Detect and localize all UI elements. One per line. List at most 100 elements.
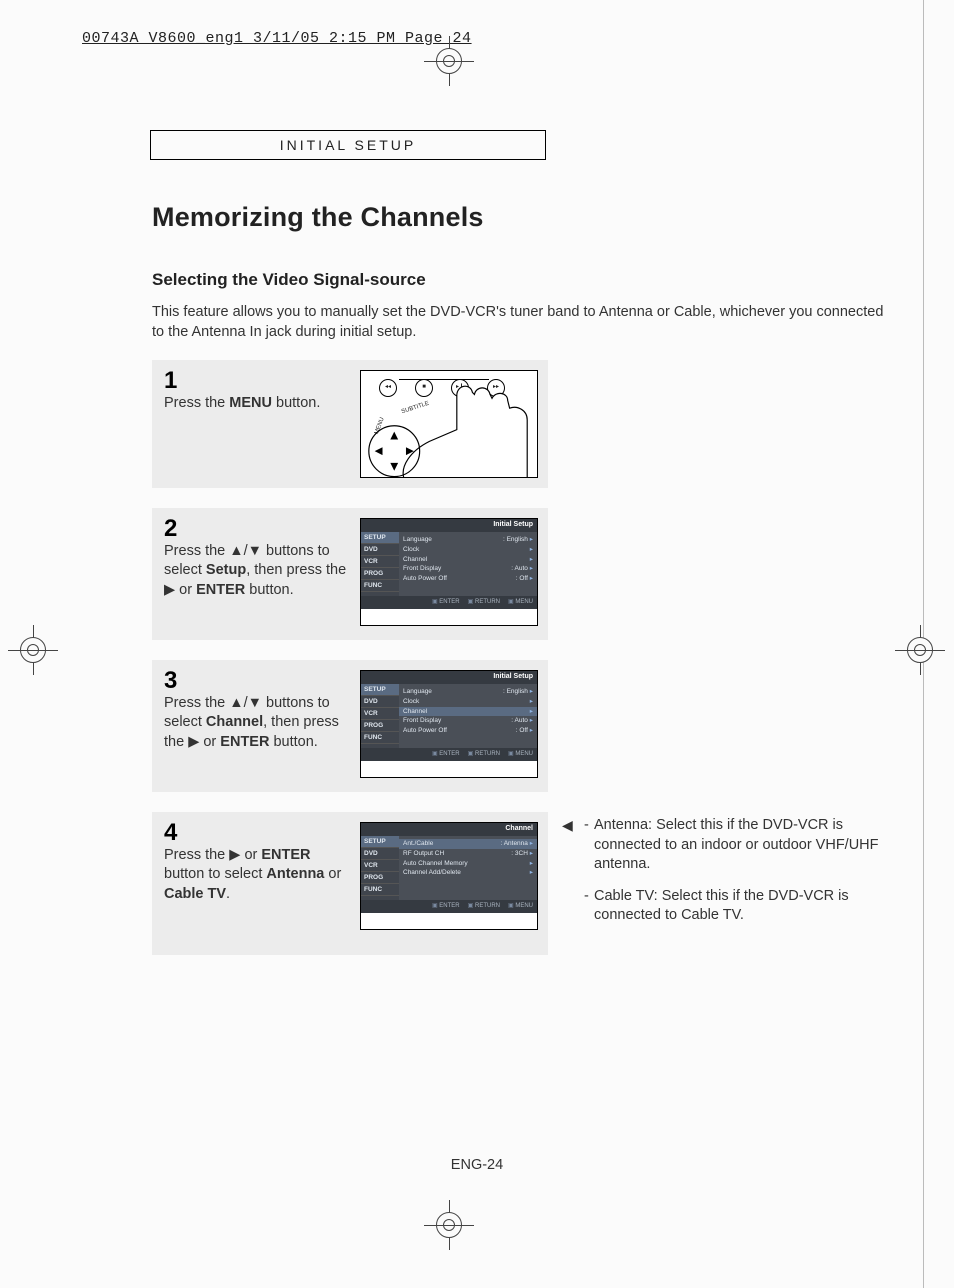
osd-title: Initial Setup	[361, 519, 537, 532]
hand-icon	[361, 371, 537, 478]
osd-footer: ENTER RETURN MENU	[361, 900, 537, 913]
step-4-text: 4 Press the ▶ or ENTER button to select …	[164, 822, 352, 904]
step-number: 3	[164, 670, 352, 692]
step-number: 2	[164, 518, 352, 540]
osd-value: : Off	[516, 575, 528, 582]
step-text-fragment: or	[324, 866, 341, 882]
crop-mark-icon	[895, 625, 945, 675]
osd-footer: ENTER RETURN MENU	[361, 596, 537, 609]
osd-body: Language: English ▸ Clock▸ Channel▸ Fron…	[399, 532, 537, 596]
osd-side-item: SETUP	[361, 532, 399, 544]
page-number: ENG-24	[0, 1157, 954, 1173]
note-cable: Cable TV: Select this if the DVD-VCR is …	[594, 887, 902, 926]
step-1-text: 1 Press the MENU button.	[164, 370, 352, 413]
osd-side-item: VCR	[361, 556, 399, 568]
step-text-fragment: or	[175, 582, 196, 598]
step-text-bold: Cable TV	[164, 886, 226, 902]
chevron-right-icon: ▸	[530, 707, 533, 717]
osd-label: RF Output CH	[403, 849, 444, 859]
osd-side-item: DVD	[361, 696, 399, 708]
osd-value: : Antenna	[500, 840, 527, 847]
crop-mark-icon	[424, 1200, 474, 1250]
osd-side-item: DVD	[361, 848, 399, 860]
step-2: 2 Press the ▲/▼ buttons to select Setup,…	[152, 508, 548, 640]
osd-foot-item: ENTER	[432, 750, 460, 761]
osd-title: Initial Setup	[361, 671, 537, 684]
osd-side-item: VCR	[361, 708, 399, 720]
osd-label: Clock	[403, 545, 419, 555]
intro-paragraph: This feature allows you to manually set …	[152, 303, 892, 342]
step-text-fragment: button.	[272, 395, 320, 411]
step-number: 1	[164, 370, 352, 392]
osd-sidebar: SETUP DVD VCR PROG FUNC	[361, 684, 399, 748]
osd-value: : 3CH	[511, 850, 528, 857]
osd-sidebar: SETUP DVD VCR PROG FUNC	[361, 836, 399, 900]
osd-foot-item: MENU	[508, 902, 533, 913]
osd-side-item: SETUP	[361, 836, 399, 848]
osd-footer: ENTER RETURN MENU	[361, 748, 537, 761]
crop-mark-icon	[8, 625, 58, 675]
step-text-bold: Channel	[206, 714, 263, 730]
page-container: 00743A V8600_eng1 3/11/05 2:15 PM Page 2…	[0, 0, 954, 1288]
step-text-bold: Setup	[206, 562, 246, 578]
osd-label: Channel	[403, 555, 427, 565]
osd-foot-item: RETURN	[468, 902, 500, 913]
osd-value: : Off	[516, 727, 528, 734]
right-triangle-icon: ▶	[164, 582, 175, 598]
note-antenna: Antenna: Select this if the DVD-VCR is c…	[594, 816, 902, 875]
dash: -	[584, 887, 594, 926]
osd-value: : English	[503, 536, 528, 543]
right-triangle-icon: ▶	[229, 847, 240, 863]
chevron-right-icon: ▸	[530, 859, 533, 869]
print-header-text: 00743A V8600_eng1 3/11/05 2:15 PM Page 2…	[82, 30, 472, 47]
osd-foot-item: ENTER	[432, 598, 460, 609]
page-title: Memorizing the Channels	[152, 202, 484, 233]
step-text-fragment: or	[199, 734, 220, 750]
chevron-right-icon: ▸	[530, 727, 533, 734]
chevron-right-icon: ▸	[530, 850, 533, 857]
osd-side-item: PROG	[361, 720, 399, 732]
side-note: ◀ - Antenna: Select this if the DVD-VCR …	[562, 816, 902, 938]
osd-side-item: FUNC	[361, 732, 399, 744]
chevron-right-icon: ▸	[530, 840, 533, 847]
chevron-right-icon: ▸	[530, 555, 533, 565]
chevron-right-icon: ▸	[530, 545, 533, 555]
osd-foot-item: RETURN	[468, 598, 500, 609]
osd-side-item: VCR	[361, 860, 399, 872]
osd-label: Auto Power Off	[403, 574, 447, 584]
step-number: 4	[164, 822, 352, 844]
osd-foot-item: MENU	[508, 598, 533, 609]
print-header: 00743A V8600_eng1 3/11/05 2:15 PM Page 2…	[82, 30, 472, 47]
dash: -	[584, 816, 594, 875]
step-1: 1 Press the MENU button. ◂◂ ■ ▸❙ ▸▸ SUBT…	[152, 360, 548, 488]
step-text-fragment: Press the	[164, 847, 229, 863]
step-text-fragment: button.	[245, 582, 293, 598]
step-text-fragment: or	[240, 847, 261, 863]
osd-value: : English	[503, 688, 528, 695]
section-label: INITIAL SETUP	[280, 137, 417, 153]
step-text-bold: ENTER	[196, 582, 245, 598]
chevron-right-icon: ▸	[530, 565, 533, 572]
step-text-bold: ENTER	[220, 734, 269, 750]
remote-illustration: ◂◂ ■ ▸❙ ▸▸ SUBTITLE MENU	[360, 370, 538, 478]
osd-label: Channel Add/Delete	[403, 868, 461, 878]
osd-side-item: FUNC	[361, 884, 399, 896]
osd-foot-item: ENTER	[432, 902, 460, 913]
osd-body: Language: English ▸ Clock▸ Channel▸ Fron…	[399, 684, 537, 748]
osd-label: Auto Power Off	[403, 726, 447, 736]
step-text-fragment: .	[226, 886, 230, 902]
osd-label: Channel	[403, 707, 427, 717]
chevron-right-icon: ▸	[530, 575, 533, 582]
step-text-fragment: button.	[269, 734, 317, 750]
step-text-bold: ENTER	[261, 847, 310, 863]
step-text-bold: MENU	[229, 395, 272, 411]
step-4: 4 Press the ▶ or ENTER button to select …	[152, 812, 548, 955]
osd-title: Channel	[361, 823, 537, 836]
chevron-right-icon: ▸	[530, 868, 533, 878]
osd-side-item: DVD	[361, 544, 399, 556]
osd-side-item: SETUP	[361, 684, 399, 696]
osd-screenshot-setup: Initial Setup SETUP DVD VCR PROG FUNC La…	[360, 670, 538, 778]
section-subtitle: Selecting the Video Signal-source	[152, 270, 426, 290]
osd-label: Front Display	[403, 564, 441, 574]
osd-value: : Auto	[511, 565, 528, 572]
